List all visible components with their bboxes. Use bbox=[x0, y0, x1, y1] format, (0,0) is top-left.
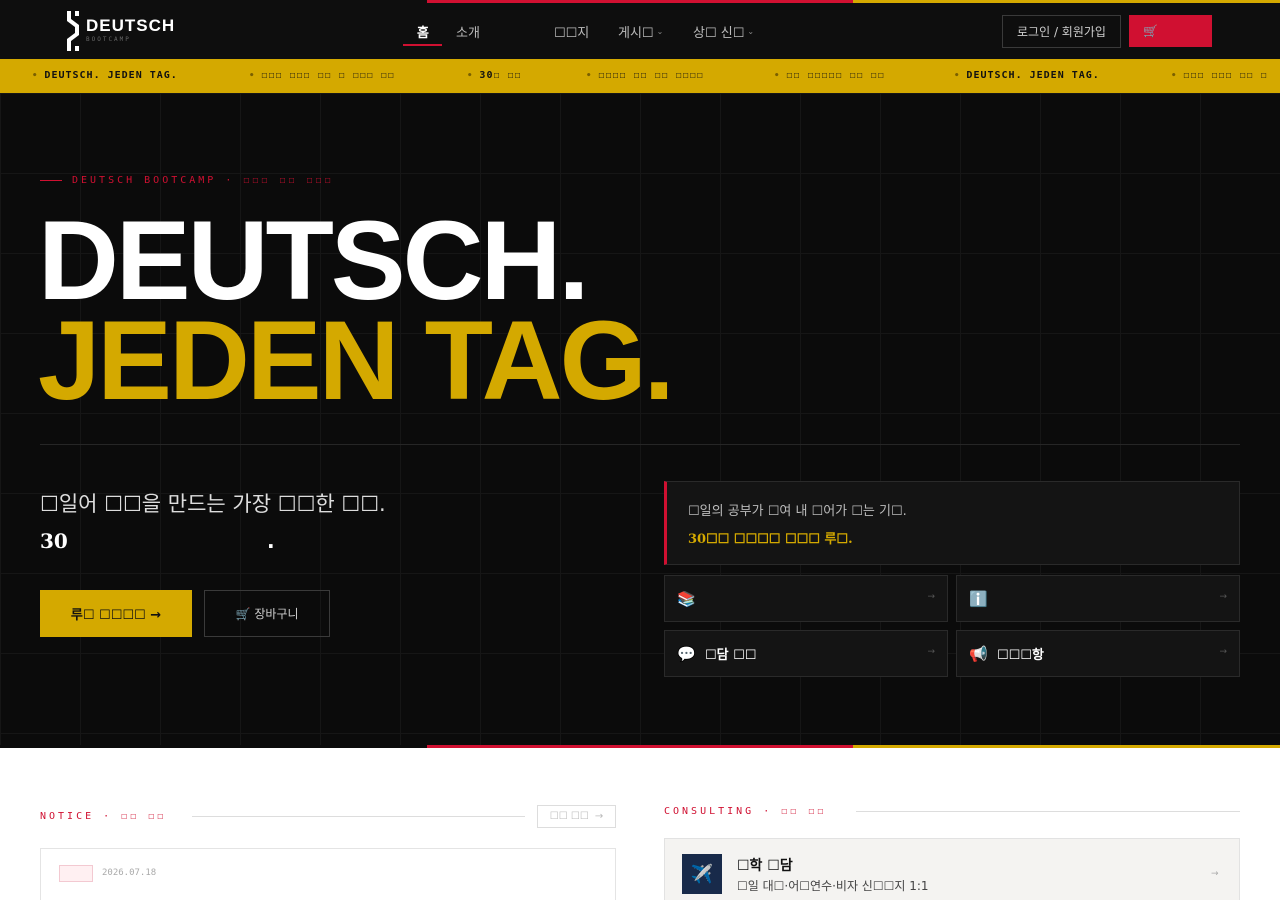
arrow-right-icon: → bbox=[594, 811, 604, 822]
arrow-right-icon: → bbox=[927, 592, 935, 602]
nav-label: 상☐ 신☐ bbox=[693, 26, 745, 41]
eyebrow-line bbox=[40, 180, 62, 181]
chevron-down-icon: ⌄ bbox=[747, 27, 755, 36]
ticker-item: ☐☐☐ ☐☐☐ ☐☐ ☐ bbox=[1171, 70, 1268, 81]
arrow-right-icon: → bbox=[1219, 592, 1227, 602]
logo-name: DEUTSCH bbox=[86, 16, 176, 35]
quote-line-2: 30☐☐ ☐☐☐☐ ☐☐☐ 루☐. bbox=[688, 532, 853, 547]
notice-badge bbox=[59, 865, 93, 882]
cart-button-label: 장바구니 bbox=[254, 607, 299, 621]
hero-headline-line-2: JEDEN TAG. bbox=[38, 298, 675, 423]
card-label: ☐담 ☐☐ bbox=[705, 648, 757, 663]
header-accent-stripe bbox=[427, 0, 1280, 3]
consulting-item-title: ☐학 ☐담 bbox=[737, 858, 793, 874]
view-all-notices-button[interactable]: ☐☐ ☐☐ → bbox=[537, 805, 616, 828]
ticker-item: ☐☐ ☐☐☐☐☐ ☐☐ ☐☐ bbox=[774, 70, 885, 81]
arrow-right-icon: → bbox=[927, 647, 935, 657]
ticker-item: ☐☐☐☐ ☐☐ ☐☐ ☐☐☐☐ bbox=[586, 70, 704, 81]
nav-item-home[interactable]: 홈 bbox=[417, 22, 429, 41]
cart-icon: 🛒 bbox=[1143, 24, 1158, 38]
nav-item-page[interactable]: ☐☐지 bbox=[554, 22, 589, 41]
nav-label: 게시☐ bbox=[618, 26, 654, 41]
header-cart-button[interactable]: 🛒 bbox=[1129, 15, 1212, 47]
logo-subtitle: BOOTCAMP bbox=[86, 36, 131, 43]
card-label: ☐☐☐항 bbox=[997, 648, 1044, 663]
consulting-title-rule bbox=[856, 811, 1240, 812]
nav-item-board[interactable]: 게시☐ ⌄ bbox=[618, 22, 663, 41]
hero-cart-button[interactable]: 🛒 장바구니 bbox=[204, 590, 330, 637]
consulting-section-title: CONSULTING · ☐☐ ☐☐ bbox=[664, 806, 827, 817]
lower-section: NOTICE · ☐☐ ☐☐ ☐☐ ☐☐ → 2026.07.18 CONSUL… bbox=[0, 748, 1280, 900]
ticker-item: DEUTSCH. JEDEN TAG. bbox=[954, 70, 1100, 81]
ticker-item: DEUTSCH. JEDEN TAG. bbox=[32, 70, 178, 81]
notice-date: 2026.07.18 bbox=[102, 868, 157, 878]
nav-item-about[interactable]: 소개 bbox=[456, 22, 480, 41]
hero-quote-box: ☐일의 공부가 ☐여 내 ☐어가 ☐는 기☐. 30☐☐ ☐☐☐☐ ☐☐☐ 루☐… bbox=[664, 481, 1240, 565]
start-routine-button[interactable]: 루☐ ☐☐☐☐ → bbox=[40, 590, 192, 637]
nav-label: 소개 bbox=[456, 26, 480, 41]
hero-lead-text: ☐일어 ☐☐을 만드는 가장 ☐☐한 ☐☐. bbox=[40, 492, 386, 516]
consulting-item-description: ☐일 대☐·어☐연수·비자 신☐☐지 1:1 bbox=[737, 879, 929, 893]
quick-link-card-notice[interactable]: 📢 ☐☐☐항 → bbox=[956, 630, 1240, 677]
logo-mark-icon bbox=[66, 10, 80, 51]
arrow-right-icon: → bbox=[1211, 869, 1219, 879]
megaphone-icon: 📢 bbox=[969, 644, 988, 663]
consulting-item-study-abroad[interactable]: ✈️ ☐학 ☐담 ☐일 대☐·어☐연수·비자 신☐☐지 1:1 → bbox=[664, 838, 1240, 900]
notice-section-title: NOTICE · ☐☐ ☐☐ bbox=[40, 811, 167, 822]
hero-section: DEUTSCH BOOTCAMP · ☐☐☐ ☐☐ ☐☐☐ DEUTSCH. J… bbox=[0, 93, 1280, 745]
books-icon: 📚 bbox=[677, 589, 696, 608]
ticker-item: 30☐ ☐☐ bbox=[467, 70, 522, 81]
eyebrow-text: DEUTSCH BOOTCAMP · ☐☐☐ ☐☐ ☐☐☐ bbox=[72, 175, 334, 186]
info-icon: ℹ️ bbox=[969, 589, 988, 608]
speech-bubble-icon: 💬 bbox=[677, 644, 696, 663]
airplane-icon: ✈️ bbox=[682, 854, 722, 894]
nav-label: 홈 bbox=[417, 26, 429, 41]
nav-label: ☐☐지 bbox=[554, 26, 590, 41]
site-logo[interactable]: DEUTSCH BOOTCAMP bbox=[66, 10, 175, 51]
arrow-right-icon: → bbox=[1219, 647, 1227, 657]
quote-line-1: ☐일의 공부가 ☐여 내 ☐어가 ☐는 기☐. bbox=[688, 504, 907, 519]
quick-link-card-info[interactable]: ℹ️ → bbox=[956, 575, 1240, 622]
notice-title-rule bbox=[192, 816, 525, 817]
quick-link-card-consult[interactable]: 💬 ☐담 ☐☐ → bbox=[664, 630, 948, 677]
chevron-down-icon: ⌄ bbox=[656, 27, 664, 36]
nav-active-indicator bbox=[403, 44, 442, 46]
cart-icon: 🛒 bbox=[235, 606, 251, 621]
site-header: DEUTSCH BOOTCAMP 홈 소개 ☐☐지 게시☐ ⌄ 상☐ 신☐ ⌄ … bbox=[0, 0, 1280, 59]
hero-days-dot: . bbox=[267, 529, 275, 553]
login-signup-button[interactable]: 로그인 / 회원가입 bbox=[1002, 15, 1121, 48]
quick-link-card-books[interactable]: 📚 → bbox=[664, 575, 948, 622]
hero-days-count: 30 bbox=[40, 529, 68, 553]
view-all-label: ☐☐ ☐☐ bbox=[549, 811, 589, 822]
marquee-ticker: DEUTSCH. JEDEN TAG. ☐☐☐ ☐☐☐ ☐☐ ☐ ☐☐☐ ☐☐ … bbox=[0, 59, 1280, 93]
notice-list-item[interactable]: 2026.07.18 bbox=[40, 848, 616, 900]
ticker-item: ☐☐☐ ☐☐☐ ☐☐ ☐ ☐☐☐ ☐☐ bbox=[249, 70, 395, 81]
hero-eyebrow: DEUTSCH BOOTCAMP · ☐☐☐ ☐☐ ☐☐☐ bbox=[40, 175, 334, 186]
logo-text: DEUTSCH BOOTCAMP bbox=[86, 17, 175, 43]
hero-divider bbox=[40, 444, 1240, 445]
nav-item-product[interactable]: 상☐ 신☐ ⌄ bbox=[693, 22, 754, 41]
